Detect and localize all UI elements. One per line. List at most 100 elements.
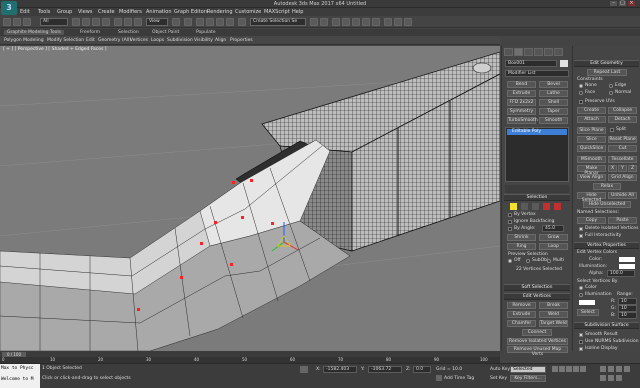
edge-mode-icon[interactable]	[521, 203, 528, 210]
range-g-field[interactable]: 10	[618, 305, 637, 312]
hide-unselected-button[interactable]: Hide Unselected	[583, 201, 631, 208]
create-tab-icon[interactable]	[504, 48, 513, 56]
menu-graph-editors[interactable]: Graph Editors	[174, 9, 208, 15]
menu-maxscript[interactable]: MAXScript	[264, 9, 290, 15]
planar-z-button[interactable]: Z	[628, 165, 637, 172]
panel-modify-selection[interactable]: Modify Selection	[47, 38, 84, 43]
app-logo-icon[interactable]: 3	[1, 1, 17, 15]
stack-item-editable-poly[interactable]: Editable Poly	[507, 129, 567, 135]
relax-button[interactable]: Relax	[593, 183, 621, 190]
zoom-extents-icon[interactable]	[616, 366, 622, 372]
zoom-all-icon[interactable]	[608, 366, 614, 372]
range-b-field[interactable]: 10	[618, 312, 637, 319]
perspective-viewport[interactable]: [ + ] [ Perspective ] [ Shaded + Edged F…	[0, 46, 500, 351]
viewport-label[interactable]: [ + ] [ Perspective ] [ Shaded + Edged F…	[3, 47, 107, 52]
zoom-icon[interactable]	[600, 366, 606, 372]
mod-bevel-button[interactable]: Bevel	[539, 81, 568, 88]
window-crossing-icon[interactable]	[102, 18, 110, 26]
grow-button[interactable]: Grow	[539, 234, 568, 241]
next-frame-icon[interactable]	[573, 366, 579, 372]
reset-plane-button[interactable]: Reset Plane	[608, 136, 637, 143]
rollout-edit-vertices[interactable]: Edit Vertices	[504, 293, 570, 300]
constraint-normal-radio[interactable]	[609, 91, 613, 95]
view-align-button[interactable]: View Align	[577, 174, 606, 181]
motion-tab-icon[interactable]	[534, 48, 543, 56]
pan-icon[interactable]	[600, 375, 606, 381]
mod-ffd-button[interactable]: FFD 2x2x2	[507, 99, 536, 106]
constraint-edge-radio[interactable]	[609, 84, 613, 88]
orbit-icon[interactable]	[608, 375, 614, 381]
connect-button[interactable]: Connect	[522, 329, 552, 336]
collapse-button[interactable]: Collapse	[608, 107, 637, 114]
ribbon-toggle-icon[interactable]	[342, 18, 350, 26]
layer-explorer-icon[interactable]	[332, 18, 340, 26]
delete-isolated-checkbox[interactable]	[579, 227, 583, 231]
target-weld-button[interactable]: Target Weld	[539, 320, 568, 327]
menu-edit[interactable]: Edit	[20, 9, 30, 15]
rollout-vertex-properties[interactable]: Vertex Properties	[574, 242, 639, 249]
rotate-icon[interactable]	[124, 18, 132, 26]
panel-geometry-all[interactable]: Geometry (All)	[98, 38, 131, 43]
by-vertex-checkbox[interactable]	[508, 213, 512, 217]
key-mode-dropdown[interactable]: Selected	[510, 366, 546, 373]
loop-button[interactable]: Loop	[539, 243, 568, 250]
panel-visibility[interactable]: Visibility	[194, 38, 213, 43]
menu-rendering[interactable]: Rendering	[207, 9, 233, 15]
menu-views[interactable]: Views	[78, 9, 92, 15]
goto-end-icon[interactable]	[580, 366, 586, 372]
set-key-label[interactable]: Set Key	[490, 376, 507, 381]
goto-start-icon[interactable]	[552, 366, 558, 372]
select-by-name-icon[interactable]	[82, 18, 90, 26]
weld-button[interactable]: Weld	[539, 311, 568, 318]
break-button[interactable]: Break	[539, 302, 568, 309]
hierarchy-tab-icon[interactable]	[524, 48, 533, 56]
schematic-view-icon[interactable]	[362, 18, 370, 26]
quickslice-button[interactable]: QuickSlice	[577, 145, 606, 152]
tab-populate[interactable]: Populate	[196, 30, 216, 35]
move-icon[interactable]	[114, 18, 122, 26]
edit-named-sel-icon[interactable]	[238, 18, 246, 26]
menu-help[interactable]: Help	[292, 9, 303, 15]
element-mode-icon[interactable]	[554, 203, 561, 210]
unhide-all-button[interactable]: Unhide All	[608, 192, 637, 199]
rollout-edit-geometry[interactable]: Edit Geometry	[574, 60, 639, 67]
modifier-stack[interactable]: Editable Poly	[505, 127, 569, 182]
modifier-list-dropdown[interactable]: Modifier List	[505, 70, 569, 77]
repeat-last-button[interactable]: Repeat Last	[587, 69, 627, 76]
grid-align-button[interactable]: Grid Align	[608, 174, 637, 181]
pivot-icon[interactable]	[172, 18, 180, 26]
link-icon[interactable]	[23, 18, 31, 26]
object-color-swatch[interactable]	[560, 60, 568, 67]
remove-unused-map-button[interactable]: Remove Unused Map Verts	[507, 346, 568, 357]
close-button[interactable]: ×	[628, 1, 635, 6]
percent-snap-icon[interactable]	[216, 18, 224, 26]
mod-bend-button[interactable]: Bend	[507, 81, 536, 88]
constraint-face-radio[interactable]	[579, 91, 583, 95]
chamfer-button[interactable]: Chamfer	[507, 320, 536, 327]
autokey-label[interactable]: Auto Key	[490, 367, 510, 372]
constraint-none-radio[interactable]	[579, 84, 583, 88]
select-by-color-radio[interactable]	[579, 286, 583, 290]
spinner-snap-icon[interactable]	[226, 18, 234, 26]
ignore-backfacing-checkbox[interactable]	[508, 220, 512, 224]
tessellate-button[interactable]: Tessellate	[608, 156, 637, 163]
viewport-scene[interactable]	[0, 46, 500, 351]
msmooth-button[interactable]: MSmooth	[577, 156, 606, 163]
key-filters-button[interactable]: Key Filters...	[510, 375, 546, 382]
angle-value-field[interactable]: 45.0	[542, 225, 564, 232]
preview-off-radio[interactable]	[508, 259, 512, 263]
menu-create[interactable]: Create	[98, 9, 115, 15]
planar-y-button[interactable]: Y	[618, 165, 627, 172]
vertex-mode-icon[interactable]	[510, 203, 517, 210]
play-icon[interactable]	[566, 366, 572, 372]
align-icon[interactable]	[320, 18, 328, 26]
extrude-button[interactable]: Extrude	[507, 311, 536, 318]
snap-icon[interactable]	[196, 18, 204, 26]
curve-editor-icon[interactable]	[352, 18, 360, 26]
attach-button[interactable]: Attach	[577, 116, 606, 123]
time-tag-icon[interactable]	[436, 375, 442, 381]
mod-smooth-button[interactable]: Smooth	[539, 117, 568, 124]
mod-lathe-button[interactable]: Lathe	[539, 90, 568, 97]
make-planar-button[interactable]: Make Planar	[577, 165, 606, 176]
select-manipulate-icon[interactable]	[184, 18, 192, 26]
